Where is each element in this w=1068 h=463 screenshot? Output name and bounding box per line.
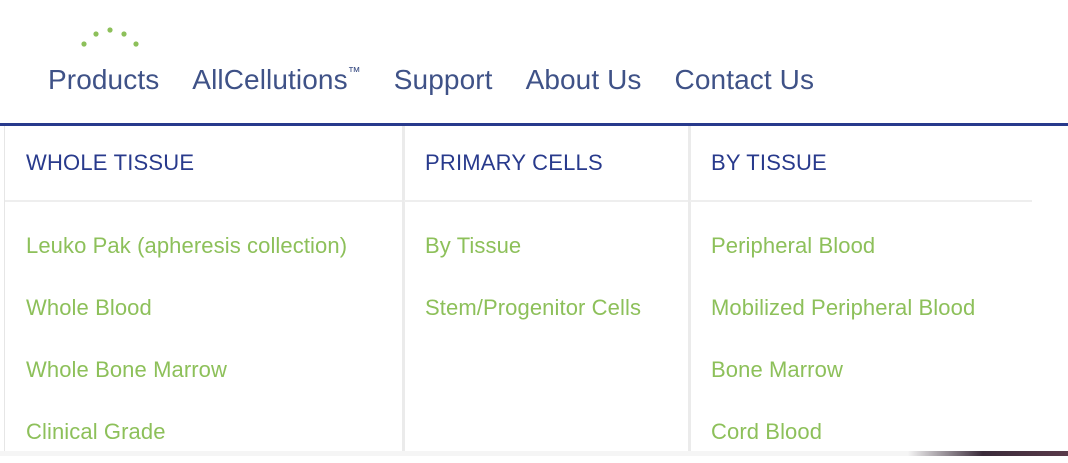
page-content-edge [0,451,1068,456]
menu-link-whole-bone-marrow[interactable]: Whole Bone Marrow [5,339,403,401]
main-nav: Products AllCellutions™ Support About Us… [48,60,847,100]
nav-item-label: Products [48,64,160,95]
column-items: Peripheral Blood Mobilized Peripheral Bl… [690,202,1032,463]
menu-link-peripheral-blood[interactable]: Peripheral Blood [690,215,1032,277]
site-header: Products AllCellutions™ Support About Us… [0,0,1068,124]
nav-item-allcellutions[interactable]: AllCellutions™ [192,64,360,96]
nav-item-contact-us[interactable]: Contact Us [675,64,815,96]
nav-item-label: AllCellutions [192,64,348,95]
menu-link-stem-progenitor-cells[interactable]: Stem/Progenitor Cells [404,277,688,339]
nav-item-about-us[interactable]: About Us [526,64,642,96]
logo-dots-icon[interactable] [78,24,142,50]
menu-column-whole-tissue: WHOLE TISSUE Leuko Pak (apheresis collec… [4,126,403,456]
nav-item-support[interactable]: Support [394,64,493,96]
column-heading: BY TISSUE [690,126,1032,202]
column-heading: PRIMARY CELLS [404,126,688,202]
nav-item-label: Support [393,64,493,95]
nav-item-products[interactable]: Products [48,64,159,96]
menu-column-by-tissue: BY TISSUE Peripheral Blood Mobilized Per… [690,126,1032,456]
nav-item-label: About Us [525,64,642,95]
menu-link-whole-blood[interactable]: Whole Blood [5,277,403,339]
menu-column-primary-cells: PRIMARY CELLS By Tissue Stem/Progenitor … [404,126,688,456]
menu-link-leuko-pak[interactable]: Leuko Pak (apheresis collection) [5,215,403,277]
menu-link-by-tissue[interactable]: By Tissue [404,215,688,277]
products-mega-menu: WHOLE TISSUE Leuko Pak (apheresis collec… [0,126,1068,456]
trademark-mark: ™ [347,63,361,79]
column-items: Leuko Pak (apheresis collection) Whole B… [5,202,403,463]
column-heading: WHOLE TISSUE [5,126,403,202]
column-items: By Tissue Stem/Progenitor Cells [404,202,688,339]
menu-link-bone-marrow[interactable]: Bone Marrow [690,339,1032,401]
menu-link-mobilized-peripheral-blood[interactable]: Mobilized Peripheral Blood [690,277,1032,339]
nav-item-label: Contact Us [674,64,815,95]
